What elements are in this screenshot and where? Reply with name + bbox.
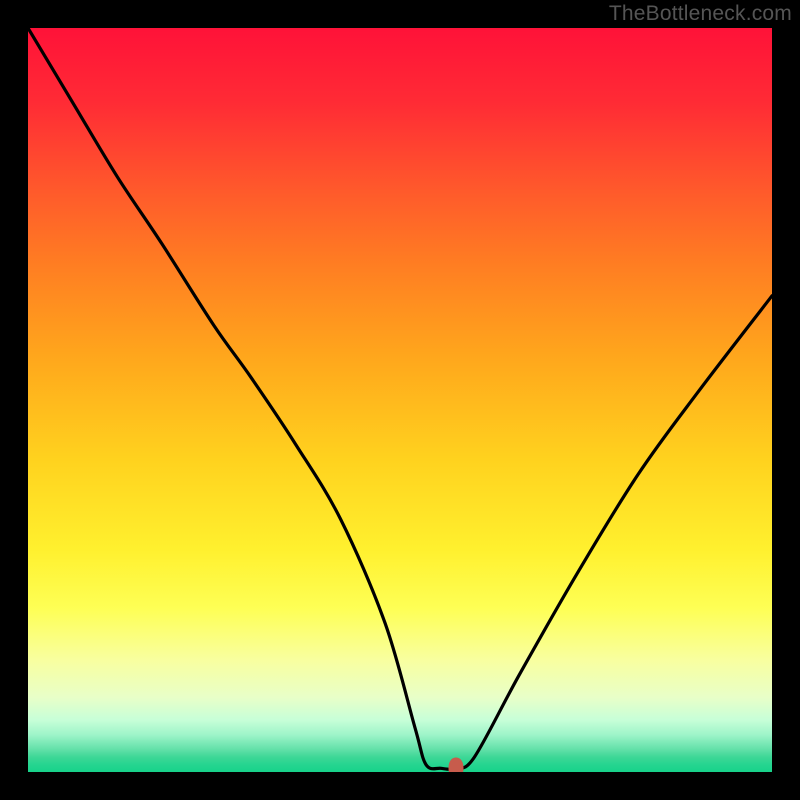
optimal-point-marker — [448, 758, 463, 772]
bottleneck-curve — [28, 28, 772, 772]
plot-area — [28, 28, 772, 772]
curve-path — [28, 28, 772, 769]
chart-frame: TheBottleneck.com — [0, 0, 800, 800]
watermark-text: TheBottleneck.com — [609, 2, 792, 26]
